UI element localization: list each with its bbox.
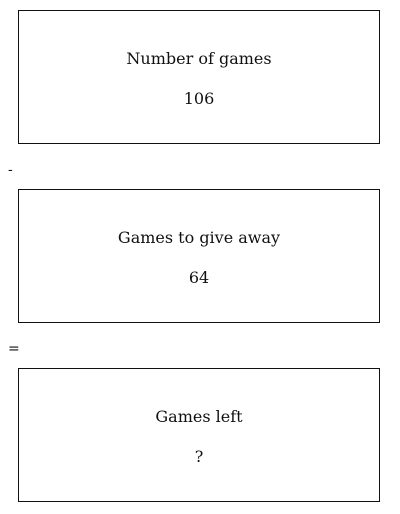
minus-operator: - [8, 162, 13, 178]
games-to-give-away-box: Games to give away 64 [18, 189, 380, 323]
equals-operator: = [8, 341, 20, 357]
games-left-box: Games left ? [18, 368, 380, 502]
number-of-games-value: 106 [183, 89, 215, 108]
games-to-give-away-value: 64 [188, 268, 210, 287]
number-of-games-box: Number of games 106 [18, 10, 380, 144]
games-left-value: ? [194, 447, 204, 466]
games-to-give-away-label: Games to give away [117, 228, 281, 247]
number-of-games-label: Number of games [126, 49, 272, 68]
games-left-label: Games left [155, 407, 243, 426]
